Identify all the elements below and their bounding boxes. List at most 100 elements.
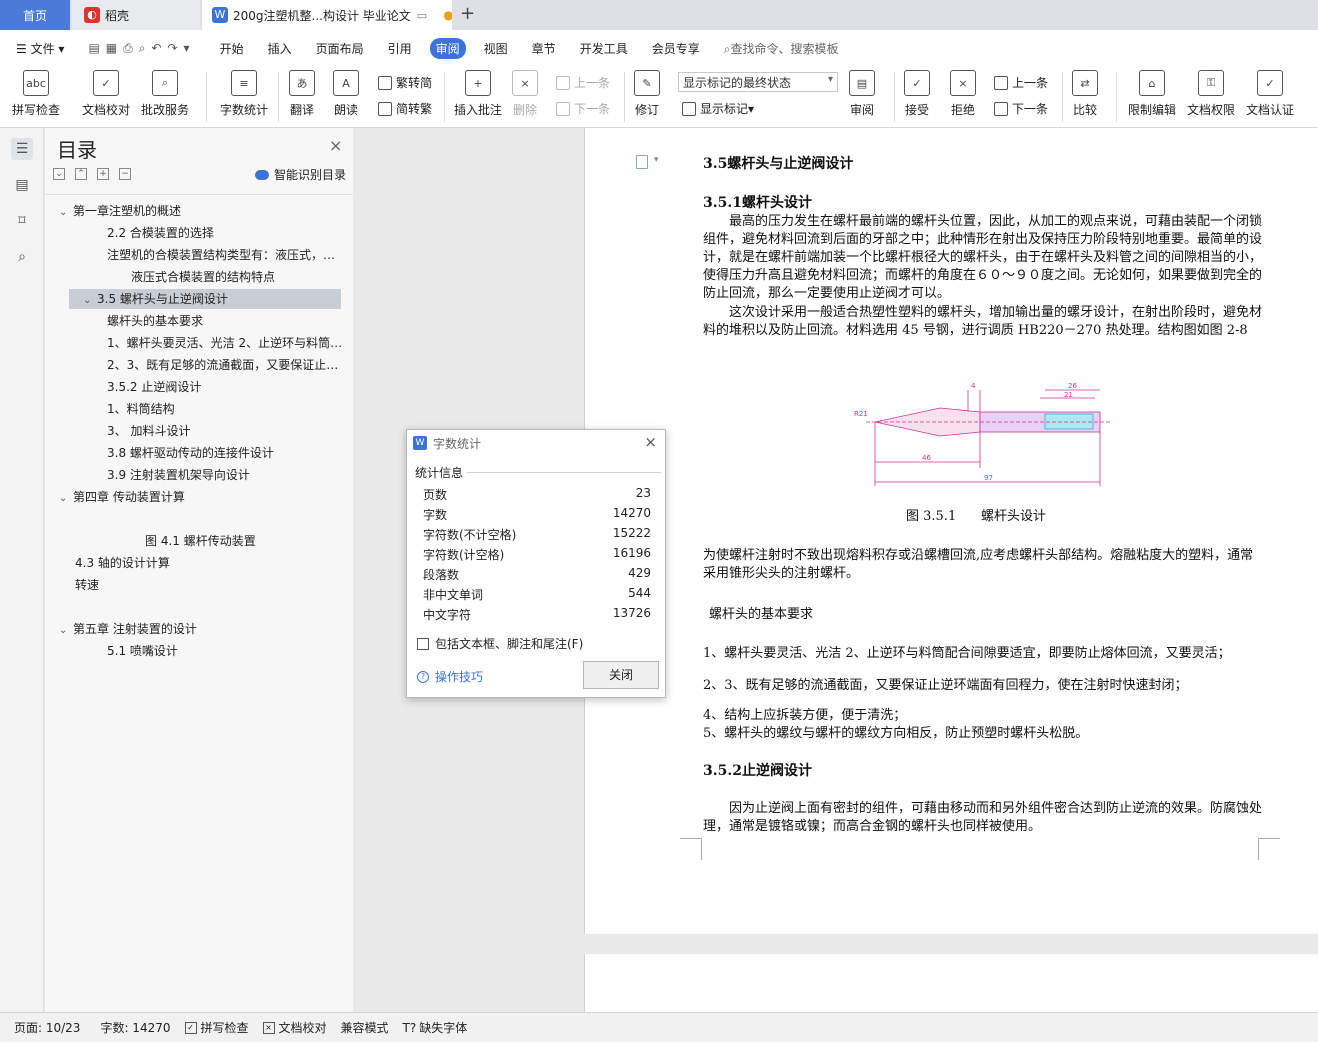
page-options-icon[interactable] — [636, 155, 648, 169]
delete-comment-button[interactable]: × 删除 — [512, 70, 538, 118]
status-page[interactable]: 页面: 10/23 — [14, 1019, 80, 1036]
reject-button[interactable]: × 拒绝 — [950, 70, 976, 118]
proofread-button[interactable]: ✓ 文档校对 — [82, 70, 130, 118]
tab-docer[interactable]: ◐ 稻壳 — [72, 0, 200, 30]
toc-item[interactable]: 1、料筒结构 — [45, 399, 345, 419]
toc-item[interactable]: 3.9 注射装置机架导向设计 — [45, 465, 345, 485]
trad-to-simp-icon — [378, 75, 392, 90]
prev-comment-button[interactable]: 上一条 — [556, 74, 610, 91]
toc-item[interactable]: 3.8 螺杆驱动传动的连接件设计 — [45, 443, 345, 463]
toc-item[interactable]: 2.2 合模装置的选择 — [45, 223, 345, 243]
toc-tools: ⌄ ⌃ + − — [53, 168, 131, 180]
close-icon[interactable]: × — [329, 136, 342, 155]
toc-item[interactable]: 液压式合模装置的结构特点 — [45, 267, 345, 287]
unsaved-dot-icon: ● — [443, 8, 452, 22]
mark-state-select[interactable]: 显示标记的最终状态 — [678, 72, 838, 92]
menu-insert[interactable]: 插入 — [256, 40, 304, 57]
search-icon[interactable]: ⌕ — [11, 246, 33, 268]
chevron-down-icon[interactable]: ⌄ — [83, 291, 97, 309]
show-marks-button[interactable]: 显示标记 ▾ — [682, 100, 754, 117]
toc-item[interactable]: ⌄ 第五章 注射装置的设计 — [45, 619, 345, 639]
chevron-down-icon[interactable]: ⌄ — [59, 621, 73, 639]
nav-panel-icon[interactable]: ▤ — [11, 174, 33, 196]
doc-rights-button[interactable]: ⚿ 文档权限 — [1187, 70, 1235, 118]
heading-3-5-1: 3.5.1螺杆头设计 — [703, 195, 812, 211]
trad-to-simp-button[interactable]: 繁转简 — [378, 74, 432, 91]
prev-change-button[interactable]: 上一条 — [994, 74, 1048, 91]
menu-chapter[interactable]: 章节 — [520, 40, 568, 57]
new-tab-icon[interactable]: + — [460, 3, 475, 24]
chevron-down-icon[interactable]: ⌄ — [59, 489, 73, 507]
tips-link[interactable]: ? 操作技巧 — [417, 668, 483, 685]
bookmark-icon[interactable]: ⌑ — [11, 210, 33, 232]
toc-item[interactable]: ⌄ 3.5 螺杆头与止逆阀设计 — [69, 289, 341, 309]
compare-button[interactable]: ⇄ 比较 — [1072, 70, 1098, 118]
stat-label: 段落数 — [423, 568, 460, 582]
remove-level-icon[interactable]: − — [119, 168, 131, 180]
menu-layout[interactable]: 页面布局 — [304, 40, 376, 57]
toc-item[interactable]: 3、 加料斗设计 — [45, 421, 345, 441]
word-count-button[interactable]: ≡ 字数统计 — [220, 70, 268, 118]
toc-item[interactable]: 1、螺杆头要灵活、光洁 2、止逆环与料筒配合间隙要适宜 — [45, 333, 345, 353]
collapse-all-icon[interactable]: ⌄ — [53, 168, 65, 180]
status-words[interactable]: 字数: 14270 — [100, 1019, 170, 1036]
menu-reference[interactable]: 引用 — [376, 40, 424, 57]
menu-review[interactable]: 审阅 — [429, 37, 466, 59]
read-aloud-button[interactable]: A 朗读 — [333, 70, 359, 118]
status-missing-font[interactable]: T? 缺失字体 — [403, 1019, 468, 1036]
next-change-button[interactable]: 下一条 — [994, 100, 1048, 117]
command-search[interactable]: ⌕查找命令、搜索模板 — [712, 40, 851, 57]
toc-item[interactable]: 4.3 轴的设计计算 — [45, 553, 345, 573]
toc-item[interactable]: 5.1 喷嘴设计 — [45, 641, 345, 661]
toc-item-label: 3、 加料斗设计 — [107, 424, 191, 438]
include-textbox-checkbox[interactable]: 包括文本框、脚注和尾注(F) — [417, 635, 583, 652]
toc-item[interactable]: 图 4.1 螺杆传动装置 — [45, 531, 345, 551]
menu-view[interactable]: 视图 — [472, 40, 520, 57]
chevron-down-icon[interactable]: ▾ — [654, 155, 659, 165]
toc-item[interactable]: ⌄ 第一章注塑机的概述 — [45, 201, 345, 221]
menu-devtools[interactable]: 开发工具 — [568, 40, 640, 57]
toc-item[interactable]: 注塑机的合模装置结构类型有：液压式，液压－机械式 — [45, 245, 345, 265]
accept-button[interactable]: ✓ 接受 — [904, 70, 930, 118]
menu-start[interactable]: 开始 — [208, 40, 256, 57]
tab-document[interactable]: W 200g注塑机整...构设计 毕业论文 ▭ ● — [202, 0, 452, 30]
tab-home[interactable]: 首页 — [0, 0, 70, 30]
insert-comment-button[interactable]: + 插入批注 — [454, 70, 502, 118]
status-proof[interactable]: × 文档校对 — [262, 1019, 327, 1036]
spell-check-button[interactable]: abc 拼写检查 — [12, 70, 60, 118]
dimension-label: 46 — [922, 454, 931, 462]
annotate-service-button[interactable]: ⌕ 批改服务 — [141, 70, 189, 118]
file-menu[interactable]: ☰ 文件 ▾ — [0, 40, 76, 57]
stat-row: 页数 23 — [423, 486, 651, 503]
document-page-next[interactable] — [584, 954, 1318, 1012]
dialog-close-button[interactable]: 关闭 — [583, 661, 659, 689]
next-comment-button[interactable]: 下一条 — [556, 100, 610, 117]
close-icon[interactable]: × — [644, 433, 657, 451]
toc-item-label: 转速 — [75, 578, 100, 592]
toc-panel-icon[interactable]: ☰ — [11, 138, 33, 160]
toc-item[interactable]: 螺杆头的基本要求 — [45, 311, 345, 331]
status-spell[interactable]: ✓ 拼写检查 — [184, 1019, 249, 1036]
toc-item[interactable]: 转速 — [45, 575, 345, 595]
doc-cert-button[interactable]: ✓ 文档认证 — [1246, 70, 1294, 118]
simp-to-trad-label: 简转繁 — [396, 102, 433, 116]
expand-up-icon[interactable]: ⌃ — [75, 168, 87, 180]
add-level-icon[interactable]: + — [97, 168, 109, 180]
prev-change-icon — [994, 75, 1008, 90]
translate-button[interactable]: あ翻译 — [289, 70, 315, 118]
review-pane-button[interactable]: ▤ 审阅 — [849, 70, 875, 118]
menu-member[interactable]: 会员专享 — [640, 40, 712, 57]
toc-item[interactable]: 3.5.2 止逆阀设计 — [45, 377, 345, 397]
checkbox-box — [417, 637, 429, 650]
toc-item-label: 第五章 注射装置的设计 — [73, 622, 197, 636]
simp-to-trad-button[interactable]: 简转繁 — [378, 100, 432, 117]
toc-item[interactable]: ⌄ 第四章 传动装置计算 — [45, 487, 345, 507]
paragraph-6: 2、3、既有足够的流通截面，又要保证止逆环端面有回程力，使在注射时快速封闭； — [703, 678, 1188, 693]
toc-item[interactable]: 2、3、既有足够的流通截面，又要保证止逆环端面有回程力 — [45, 355, 345, 375]
quick-access-icons[interactable]: ▤▦⎙⌕↶↷▾ — [76, 41, 207, 56]
next-change-label: 下一条 — [1012, 102, 1049, 116]
revise-button[interactable]: ✎ 修订 — [634, 70, 660, 118]
chevron-down-icon[interactable]: ⌄ — [59, 203, 73, 221]
smart-toc-button[interactable]: 智能识别目录 — [255, 166, 346, 183]
restrict-edit-button[interactable]: ⌂ 限制编辑 — [1128, 70, 1176, 118]
